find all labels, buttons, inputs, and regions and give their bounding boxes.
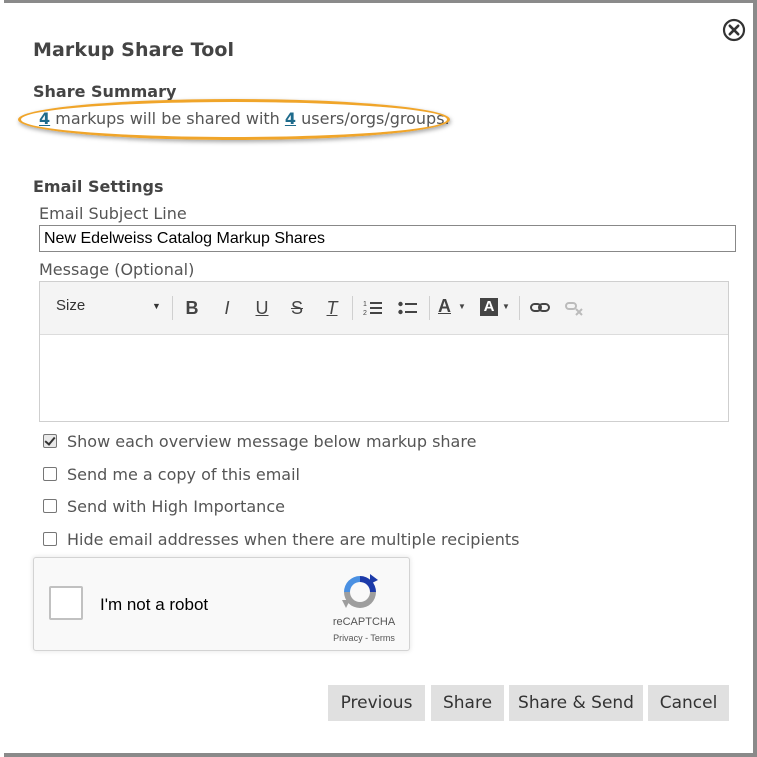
terms-link[interactable]: Terms <box>370 633 395 643</box>
recaptcha-links: Privacy - Terms <box>314 633 414 643</box>
toolbar-divider <box>172 296 173 320</box>
checkbox[interactable] <box>43 532 57 546</box>
background-color-icon[interactable]: A ▼ <box>478 296 512 320</box>
unlink-icon[interactable] <box>562 296 588 320</box>
chevron-down-icon: ▼ <box>458 302 466 311</box>
font-size-label: Size <box>56 297 86 314</box>
subject-input[interactable] <box>39 225 736 252</box>
bold-icon[interactable]: B <box>179 296 205 320</box>
checkbox-checked[interactable] <box>43 434 57 448</box>
email-settings-heading: Email Settings <box>33 177 164 196</box>
svg-text:2: 2 <box>363 310 367 317</box>
share-summary-heading: Share Summary <box>33 82 177 101</box>
strikethrough-icon[interactable]: S <box>284 296 310 320</box>
recaptcha-checkbox[interactable] <box>49 586 83 620</box>
close-icon[interactable] <box>722 18 746 42</box>
cancel-button[interactable]: Cancel <box>648 685 729 721</box>
recaptcha-widget: I'm not a robot reCAPTCHA Privacy - Term… <box>33 557 410 651</box>
message-label: Message (Optional) <box>39 260 195 279</box>
recaptcha-brand: reCAPTCHA <box>332 616 396 628</box>
font-size-dropdown[interactable]: Size ▼ <box>56 297 166 319</box>
clear-formatting-icon[interactable]: T <box>319 296 345 320</box>
numbered-list-icon[interactable]: 1 2 <box>360 296 386 320</box>
dialog-title: Markup Share Tool <box>33 39 235 61</box>
option-label: Hide email addresses when there are mult… <box>67 529 520 549</box>
message-textarea[interactable] <box>40 335 728 421</box>
chevron-down-icon: ▼ <box>502 302 510 311</box>
option-label: Send with High Importance <box>67 496 285 516</box>
toolbar-divider <box>429 296 430 320</box>
text-color-icon[interactable]: A ▼ <box>436 296 470 320</box>
option-label: Show each overview message below markup … <box>67 431 477 451</box>
link-icon[interactable] <box>527 296 553 320</box>
chevron-down-icon: ▼ <box>152 301 161 311</box>
option-show-overview[interactable]: Show each overview message below markup … <box>43 430 476 452</box>
highlight-annotation <box>18 99 450 140</box>
svg-text:1: 1 <box>363 301 367 308</box>
editor-toolbar: Size ▼ B I U S T 1 2 A ▼ A ▼ <box>40 282 728 335</box>
option-label: Send me a copy of this email <box>67 464 300 484</box>
option-high-importance[interactable]: Send with High Importance <box>43 495 285 517</box>
bulleted-list-icon[interactable] <box>395 296 421 320</box>
toolbar-divider <box>519 296 520 320</box>
option-send-copy[interactable]: Send me a copy of this email <box>43 463 300 485</box>
checkbox[interactable] <box>43 499 57 513</box>
recaptcha-label: I'm not a robot <box>100 595 209 614</box>
option-hide-emails[interactable]: Hide email addresses when there are mult… <box>43 528 520 550</box>
italic-icon[interactable]: I <box>214 296 240 320</box>
recaptcha-logo-icon <box>340 572 380 612</box>
checkbox[interactable] <box>43 467 57 481</box>
previous-button[interactable]: Previous <box>328 685 425 721</box>
message-editor: Size ▼ B I U S T 1 2 A ▼ A ▼ <box>39 281 729 422</box>
toolbar-divider <box>352 296 353 320</box>
share-button[interactable]: Share <box>431 685 504 721</box>
underline-icon[interactable]: U <box>249 296 275 320</box>
markup-share-dialog: Markup Share Tool Share Summary 4 markup… <box>4 3 753 753</box>
share-and-send-button[interactable]: Share & Send <box>509 685 643 721</box>
privacy-link[interactable]: Privacy <box>333 633 363 643</box>
subject-label: Email Subject Line <box>39 204 187 223</box>
